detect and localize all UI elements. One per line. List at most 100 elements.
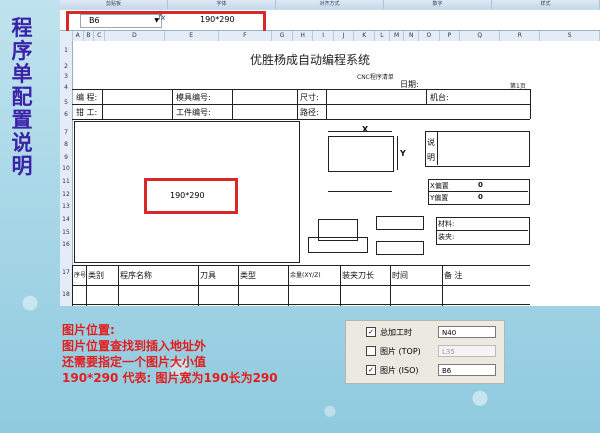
grid-line [530, 89, 531, 119]
desc-label: 说 [427, 138, 435, 147]
row-header[interactable]: 3 [60, 73, 72, 80]
grid-line [86, 265, 87, 306]
row-header[interactable]: 11 [60, 178, 72, 185]
column-header[interactable]: E [165, 31, 219, 41]
size-label: 尺寸: [300, 93, 319, 102]
table-header-cell: 时间 [392, 271, 408, 280]
fixture-input-2[interactable] [376, 241, 424, 255]
row-header[interactable]: 2 [60, 63, 72, 70]
grid-line [288, 265, 289, 306]
row-header[interactable]: 6 [60, 111, 72, 118]
dimension-line-bottom [328, 191, 392, 192]
picture-iso-input[interactable]: B6 [438, 364, 496, 376]
select-all-corner[interactable] [60, 31, 73, 41]
row-header[interactable]: 17 [60, 269, 72, 276]
grid-line [72, 119, 530, 120]
dimension-line-y [397, 136, 398, 170]
column-header[interactable]: B [84, 31, 95, 41]
grid-line [442, 265, 443, 306]
row-header[interactable]: 1 [60, 47, 72, 54]
x-offset-value[interactable]: 0 [478, 181, 483, 189]
column-header[interactable]: Q [460, 31, 501, 41]
grid-line [340, 265, 341, 306]
machine-label: 机台: [430, 93, 449, 102]
row-header[interactable]: 18 [60, 291, 72, 298]
column-header[interactable]: R [500, 31, 541, 41]
column-header[interactable]: S [540, 31, 600, 41]
grid-line [326, 89, 327, 119]
note-line: 190*290 代表: 图片宽为190长为290 [62, 371, 278, 385]
row-header[interactable]: 8 [60, 141, 72, 148]
checkbox-picture-iso[interactable]: ✓ [366, 365, 376, 375]
column-header[interactable]: L [375, 31, 390, 41]
worksheet[interactable]: 1 2 3 4 5 6 7 8 9 10 11 12 13 14 15 16 17 18 优胜杨成自动编程系统 C… [60, 41, 600, 306]
programmer-label: 编 程: [76, 93, 98, 102]
row-header[interactable]: 14 [60, 216, 72, 223]
column-header[interactable]: O [419, 31, 440, 41]
column-header[interactable]: F [219, 31, 273, 41]
row-header[interactable]: 9 [60, 154, 72, 161]
note-line: 图片位置: [62, 323, 115, 337]
picture-top-input: L35 [438, 345, 496, 357]
row-header[interactable]: 15 [60, 229, 72, 236]
side-title-char: 配 [11, 84, 33, 109]
table-header-cell: 程序名称 [120, 271, 152, 280]
ribbon-group-bar: 剪贴板 字体 对齐方式 数字 样式 [60, 0, 600, 9]
table-header-cell: 类型 [240, 271, 256, 280]
fixture-base-rect [308, 237, 368, 253]
grid-line [102, 89, 103, 119]
fixture-label: 装夹: [438, 233, 455, 241]
side-title-char: 程 [11, 15, 33, 40]
row-header[interactable]: 10 [60, 165, 72, 172]
material-label: 材料: [438, 220, 455, 228]
dimension-line-x [328, 131, 392, 132]
column-header[interactable]: C [94, 31, 106, 41]
column-header[interactable]: H [293, 31, 314, 41]
ribbon-group-label: 剪贴板 [60, 0, 168, 9]
option-picture-iso[interactable]: ✓ 图片 (ISO) [366, 363, 419, 377]
column-header[interactable]: I [313, 31, 334, 41]
row-header[interactable]: 7 [60, 129, 72, 136]
grid-line [72, 285, 530, 286]
row-header[interactable]: 4 [60, 84, 72, 91]
column-header[interactable]: D [105, 31, 165, 41]
table-header-cell: 余量(XY/Z) [290, 272, 321, 279]
notes: 图片位置: 图片位置查找到插入地址外 还需要指定一个图片大小值 190*290 … [62, 322, 278, 386]
column-header[interactable]: P [440, 31, 461, 41]
checkbox-picture-top[interactable] [366, 346, 376, 356]
column-header[interactable]: A [73, 31, 84, 41]
column-header[interactable]: J [334, 31, 355, 41]
sheet-title: 优胜杨成自动编程系统 [250, 53, 371, 67]
column-header[interactable]: K [354, 31, 376, 41]
side-title-char: 明 [11, 153, 33, 178]
description-box[interactable] [425, 131, 530, 167]
grid-line [118, 265, 119, 306]
ribbon-group-label: 字体 [168, 0, 276, 9]
fixture-input-1[interactable] [376, 216, 424, 230]
row-header[interactable]: 13 [60, 203, 72, 210]
column-header[interactable]: N [404, 31, 420, 41]
grid-line [72, 304, 530, 305]
row-header[interactable]: 5 [60, 99, 72, 106]
mold-no-label: 模具编号: [176, 93, 211, 102]
grid-line [72, 265, 530, 266]
option-label: 总加工时 [380, 327, 412, 337]
column-header[interactable]: G [272, 31, 293, 41]
grid-line [437, 131, 438, 165]
sheet-subtitle: CNC程序清单 [357, 74, 394, 81]
column-header[interactable]: M [390, 31, 405, 41]
option-picture-top[interactable]: 图片 (TOP) [366, 344, 421, 358]
y-offset-label: Y偏置 [430, 194, 449, 202]
option-total-time[interactable]: ✓ 总加工时 [366, 325, 412, 339]
table-header-cell: 装夹刀长 [342, 271, 374, 280]
xy-diagram-rect [328, 136, 394, 172]
y-offset-value[interactable]: 0 [478, 193, 483, 201]
note-line: 图片位置查找到插入地址外 [62, 339, 207, 353]
row-header[interactable]: 16 [60, 241, 72, 248]
side-title: 程序单配置说明 [8, 16, 36, 177]
row-header[interactable]: 12 [60, 191, 72, 198]
checkbox-total-time[interactable]: ✓ [366, 327, 376, 337]
total-time-input[interactable]: N40 [438, 326, 496, 338]
side-title-char: 说 [11, 130, 33, 155]
part-no-label: 工件编号: [176, 108, 211, 117]
